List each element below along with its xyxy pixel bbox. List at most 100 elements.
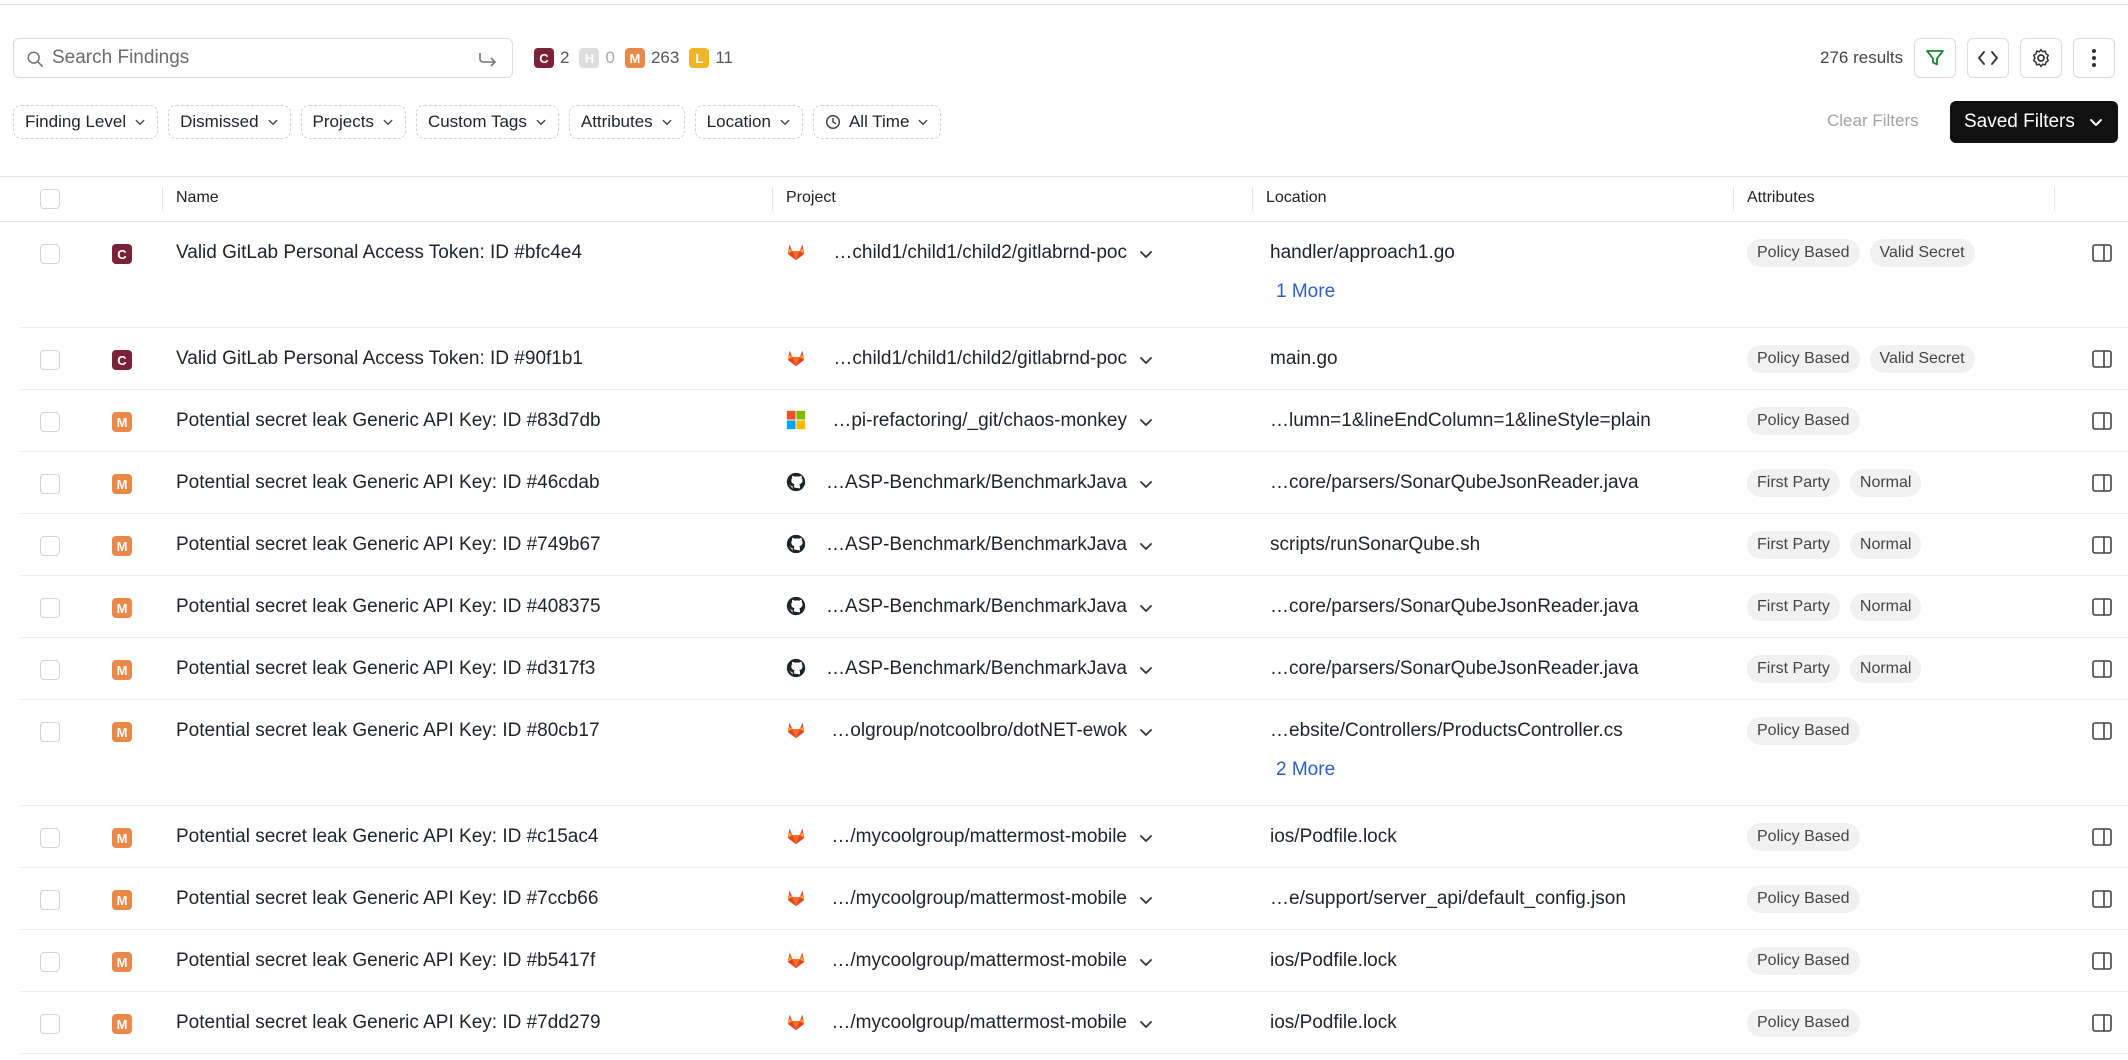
- filter-attributes[interactable]: Attributes: [568, 105, 685, 139]
- clear-filters-button[interactable]: Clear Filters: [1827, 111, 1919, 131]
- project-name[interactable]: …ASP-Benchmark/BenchmarkJava: [825, 472, 1127, 494]
- finding-location[interactable]: ios/Podfile.lock: [1270, 826, 1640, 848]
- search-box[interactable]: [13, 38, 513, 78]
- finding-name[interactable]: Potential secret leak Generic API Key: I…: [176, 472, 600, 494]
- filter-dismissed[interactable]: Dismissed: [168, 105, 291, 139]
- chevron-down-icon[interactable]: [1138, 352, 1154, 368]
- row-checkbox[interactable]: [40, 474, 60, 494]
- side-panel-icon[interactable]: [2092, 828, 2112, 846]
- table-row[interactable]: M Potential secret leak Generic API Key: …: [0, 452, 2128, 514]
- finding-name[interactable]: Valid GitLab Personal Access Token: ID #…: [176, 348, 583, 370]
- chevron-down-icon[interactable]: [1138, 414, 1154, 430]
- more-locations-link[interactable]: 1 More: [1276, 281, 1335, 303]
- column-header-name[interactable]: Name: [176, 189, 219, 207]
- finding-name[interactable]: Potential secret leak Generic API Key: I…: [176, 826, 598, 848]
- row-checkbox[interactable]: [40, 1014, 60, 1034]
- finding-name[interactable]: Potential secret leak Generic API Key: I…: [176, 720, 600, 742]
- column-header-project[interactable]: Project: [786, 189, 836, 207]
- column-header-location[interactable]: Location: [1266, 189, 1327, 207]
- severity-count-c[interactable]: C2: [534, 48, 569, 68]
- table-row[interactable]: C Valid GitLab Personal Access Token: ID …: [0, 328, 2128, 390]
- finding-location[interactable]: …core/parsers/SonarQubeJsonReader.java: [1270, 658, 1640, 680]
- project-name[interactable]: …ASP-Benchmark/BenchmarkJava: [825, 658, 1127, 680]
- project-name[interactable]: …/mycoolgroup/mattermost-mobile: [825, 950, 1127, 972]
- finding-location[interactable]: handler/approach1.go: [1270, 242, 1640, 264]
- table-row[interactable]: M Potential secret leak Generic API Key: …: [0, 390, 2128, 452]
- row-checkbox[interactable]: [40, 890, 60, 910]
- side-panel-icon[interactable]: [2092, 474, 2112, 492]
- finding-location[interactable]: main.go: [1270, 348, 1640, 370]
- finding-name[interactable]: Potential secret leak Generic API Key: I…: [176, 1012, 601, 1034]
- severity-count-l[interactable]: L 11: [689, 48, 733, 68]
- project-name[interactable]: …/mycoolgroup/mattermost-mobile: [825, 826, 1127, 848]
- select-all-checkbox[interactable]: [40, 189, 60, 209]
- table-row[interactable]: M Potential secret leak Generic API Key: …: [0, 806, 2128, 868]
- search-input[interactable]: [52, 45, 452, 71]
- side-panel-icon[interactable]: [2092, 890, 2112, 908]
- finding-name[interactable]: Potential secret leak Generic API Key: I…: [176, 888, 598, 910]
- project-name[interactable]: …pi-refactoring/_git/chaos-monkey: [825, 410, 1127, 432]
- filter-all-time[interactable]: All Time: [812, 105, 942, 139]
- project-name[interactable]: …olgroup/notcoolbro/dotNET-ewok: [825, 720, 1127, 742]
- table-row[interactable]: M Potential secret leak Generic API Key: …: [0, 638, 2128, 700]
- chevron-down-icon[interactable]: [1138, 954, 1154, 970]
- finding-name[interactable]: Potential secret leak Generic API Key: I…: [176, 596, 601, 618]
- chevron-down-icon[interactable]: [1138, 246, 1154, 262]
- table-row[interactable]: M Potential secret leak Generic API Key: …: [0, 992, 2128, 1054]
- chevron-down-icon[interactable]: [1138, 724, 1154, 740]
- chevron-down-icon[interactable]: [1138, 830, 1154, 846]
- finding-name[interactable]: Potential secret leak Generic API Key: I…: [176, 534, 601, 556]
- finding-location[interactable]: …core/parsers/SonarQubeJsonReader.java: [1270, 472, 1640, 494]
- finding-name[interactable]: Valid GitLab Personal Access Token: ID #…: [176, 242, 582, 264]
- table-row[interactable]: M Potential secret leak Generic API Key: …: [0, 514, 2128, 576]
- side-panel-icon[interactable]: [2092, 1014, 2112, 1032]
- side-panel-icon[interactable]: [2092, 660, 2112, 678]
- saved-filters-button[interactable]: Saved Filters: [1950, 101, 2118, 143]
- chevron-down-icon[interactable]: [1138, 476, 1154, 492]
- filter-finding-level[interactable]: Finding Level: [13, 105, 159, 139]
- finding-location[interactable]: …e/support/server_api/default_config.jso…: [1270, 888, 1640, 910]
- filter-location[interactable]: Location: [694, 105, 803, 139]
- finding-location[interactable]: …core/parsers/SonarQubeJsonReader.java: [1270, 596, 1640, 618]
- more-options-button[interactable]: [2073, 38, 2115, 78]
- row-checkbox[interactable]: [40, 952, 60, 972]
- side-panel-icon[interactable]: [2092, 412, 2112, 430]
- project-name[interactable]: …ASP-Benchmark/BenchmarkJava: [825, 596, 1127, 618]
- row-checkbox[interactable]: [40, 536, 60, 556]
- filter-button[interactable]: [1914, 38, 1956, 78]
- column-header-attributes[interactable]: Attributes: [1747, 189, 1815, 207]
- row-checkbox[interactable]: [40, 828, 60, 848]
- project-name[interactable]: …child1/child1/child2/gitlabrnd-poc: [825, 242, 1127, 264]
- row-checkbox[interactable]: [40, 412, 60, 432]
- finding-name[interactable]: Potential secret leak Generic API Key: I…: [176, 410, 601, 432]
- severity-count-h[interactable]: H0: [579, 48, 615, 68]
- row-checkbox[interactable]: [40, 244, 60, 264]
- side-panel-icon[interactable]: [2092, 244, 2112, 262]
- finding-location[interactable]: ios/Podfile.lock: [1270, 950, 1640, 972]
- side-panel-icon[interactable]: [2092, 952, 2112, 970]
- finding-name[interactable]: Potential secret leak Generic API Key: I…: [176, 658, 595, 680]
- finding-name[interactable]: Potential secret leak Generic API Key: I…: [176, 950, 595, 972]
- side-panel-icon[interactable]: [2092, 598, 2112, 616]
- chevron-down-icon[interactable]: [1138, 538, 1154, 554]
- more-locations-link[interactable]: 2 More: [1276, 759, 1335, 781]
- row-checkbox[interactable]: [40, 660, 60, 680]
- table-row[interactable]: M Potential secret leak Generic API Key: …: [0, 930, 2128, 992]
- finding-location[interactable]: …ebsite/Controllers/ProductsController.c…: [1270, 720, 1640, 742]
- table-row[interactable]: C Valid GitLab Personal Access Token: ID …: [0, 222, 2128, 328]
- filter-custom-tags[interactable]: Custom Tags: [415, 105, 559, 139]
- code-view-button[interactable]: [1967, 38, 2009, 78]
- row-checkbox[interactable]: [40, 722, 60, 742]
- chevron-down-icon[interactable]: [1138, 600, 1154, 616]
- table-row[interactable]: M Potential secret leak Generic API Key: …: [0, 700, 2128, 806]
- settings-button[interactable]: [2020, 38, 2062, 78]
- finding-location[interactable]: ios/Podfile.lock: [1270, 1012, 1640, 1034]
- project-name[interactable]: …/mycoolgroup/mattermost-mobile: [825, 1012, 1127, 1034]
- chevron-down-icon[interactable]: [1138, 1016, 1154, 1032]
- severity-count-m[interactable]: M 263: [624, 48, 679, 68]
- row-checkbox[interactable]: [40, 598, 60, 618]
- filter-projects[interactable]: Projects: [300, 105, 406, 139]
- table-row[interactable]: M Potential secret leak Generic API Key: …: [0, 868, 2128, 930]
- finding-location[interactable]: …lumn=1&lineEndColumn=1&lineStyle=plain: [1270, 410, 1651, 432]
- side-panel-icon[interactable]: [2092, 536, 2112, 554]
